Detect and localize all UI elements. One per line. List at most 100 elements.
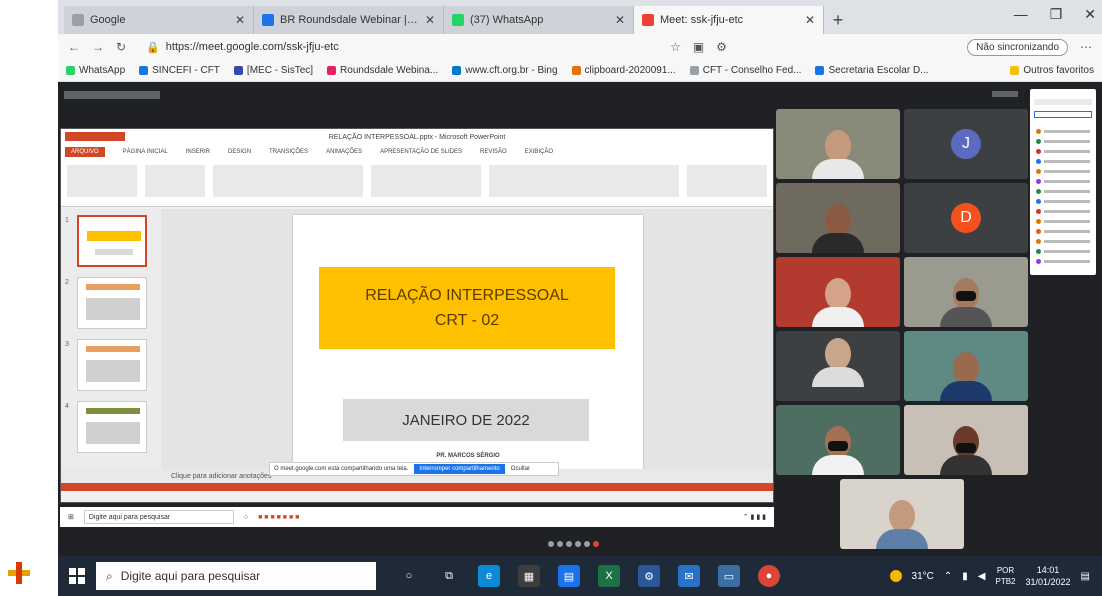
profile-sync-button[interactable]: Não sincronizando [967,38,1068,56]
ribbon-font-group[interactable] [213,165,363,197]
participant-tile[interactable] [776,109,900,179]
calculator-icon[interactable]: ▦ [518,565,540,587]
taskbar-search[interactable]: ⌕ Digite aqui para pesquisar [96,562,376,590]
leave-call-button[interactable] [593,541,599,547]
volume-icon[interactable]: ◀ [978,571,986,582]
notifications-icon[interactable]: ▤ [1081,571,1090,582]
favorite-item[interactable]: www.cft.org.br - Bing [452,65,558,76]
ribbon-clipboard-group[interactable] [67,165,137,197]
ribbon-drawing-group[interactable] [489,165,679,197]
ppt-tab-insert[interactable]: INSERIR [186,149,210,155]
favorite-item[interactable]: [MEC - SisTec] [233,65,313,76]
camera-button[interactable] [557,541,563,547]
current-slide[interactable]: RELAÇÃO INTERPESSOAL CRT - 02 JANEIRO DE… [293,215,643,475]
settings-icon[interactable]: ⚙ [638,565,660,587]
ribbon-paragraph-group[interactable] [371,165,481,197]
other-favorites[interactable]: Outros favoritos [1010,65,1094,76]
ppt-tab-review[interactable]: REVISÃO [480,149,507,155]
forward-icon[interactable]: → [92,40,104,54]
weather-sun-icon[interactable] [889,570,902,582]
panel-search-input[interactable] [1034,111,1092,118]
ppt-tab-animations[interactable]: ANIMAÇÕES [326,149,362,155]
participant-list-item[interactable] [1036,189,1090,194]
url-box[interactable]: 🔒 [138,37,658,57]
ppt-tab-home[interactable]: PÁGINA INICIAL [123,149,168,155]
slide-thumbnail[interactable] [77,401,147,453]
close-window-icon[interactable]: ✕ [1084,6,1096,23]
store-icon[interactable]: ▤ [558,565,580,587]
star-icon[interactable]: ☆ [670,40,681,54]
favorite-item[interactable]: Roundsdale Webina... [327,65,438,76]
new-tab-icon[interactable]: + [824,6,852,34]
participant-list-item[interactable] [1036,179,1090,184]
stop-sharing-button[interactable]: Interromper compartilhamento [414,464,505,474]
extensions-icon[interactable]: ⚙ [716,40,727,54]
participant-tile[interactable] [904,405,1028,475]
participant-list-item[interactable] [1036,199,1090,204]
minimize-icon[interactable]: — [1014,6,1028,23]
photos-icon[interactable]: ▭ [718,565,740,587]
ppt-quick-access[interactable] [65,132,125,141]
language-indicator[interactable]: POR PTB2 [995,565,1015,587]
ribbon-editing-group[interactable] [687,165,767,197]
network-icon[interactable]: ▮ [962,571,968,582]
chrome-icon[interactable]: ● [758,565,780,587]
slide-date-box[interactable]: JANEIRO DE 2022 [343,399,589,441]
browser-tab[interactable]: BR Roundsdale Webinar | Cam... ✕ [254,6,444,34]
participant-tile[interactable] [776,183,900,253]
participant-list-item[interactable] [1036,259,1090,264]
cortana-icon[interactable]: ○ [398,565,420,587]
participant-tile[interactable] [904,257,1028,327]
participant-tile[interactable]: J [904,109,1028,179]
maximize-icon[interactable]: ❐ [1050,6,1063,23]
ribbon-slides-group[interactable] [145,165,205,197]
slide-thumbnail[interactable] [77,215,147,267]
favorite-item[interactable]: clipboard-2020091... [571,65,676,76]
participant-list-item[interactable] [1036,239,1090,244]
participant-tile[interactable] [776,405,900,475]
participant-tile[interactable]: D [904,183,1028,253]
browser-tab-active[interactable]: Meet: ssk-jfju-etc ✕ [634,6,824,34]
browser-tab[interactable]: Google ✕ [64,6,254,34]
participant-list-item[interactable] [1036,149,1090,154]
close-icon[interactable]: ✕ [615,13,625,27]
more-options-button[interactable] [584,541,590,547]
ppt-tab-design[interactable]: DESIGN [228,149,251,155]
back-icon[interactable]: ← [68,40,80,54]
ppt-tab-slideshow[interactable]: APRESENTAÇÃO DE SLIDES [380,149,462,155]
participant-list-item[interactable] [1036,219,1090,224]
more-icon[interactable]: ⋯ [1080,40,1092,54]
present-button[interactable] [575,541,581,547]
participant-list-item[interactable] [1036,249,1090,254]
ppt-tab-view[interactable]: EXIBIÇÃO [525,149,553,155]
participant-tile[interactable] [776,257,900,327]
slide-thumbnail[interactable] [77,339,147,391]
participant-tile[interactable] [904,331,1028,401]
participant-list-item[interactable] [1036,209,1090,214]
favorite-item[interactable]: WhatsApp [66,65,125,76]
tray-chevron-icon[interactable]: ⌃ [944,571,952,582]
mic-button[interactable] [548,541,554,547]
task-view-icon[interactable]: ⧉ [438,565,460,587]
participant-list-item[interactable] [1036,129,1090,134]
participant-list-item[interactable] [1036,229,1090,234]
panel-tabs-icon[interactable] [1034,99,1092,105]
favorite-item[interactable]: Secretaria Escolar D... [815,65,929,76]
slide-thumbnail[interactable] [77,277,147,329]
captions-button[interactable] [566,541,572,547]
participant-tile[interactable] [776,331,900,401]
collections-icon[interactable]: ▣ [693,40,704,54]
participant-list-item[interactable] [1036,139,1090,144]
close-icon[interactable]: ✕ [235,13,245,27]
participant-list-item[interactable] [1036,159,1090,164]
favorite-item[interactable]: CFT - Conselho Fed... [689,65,801,76]
reload-icon[interactable]: ↻ [116,40,126,54]
temperature[interactable]: 31°C [912,571,934,582]
slide-title-box[interactable]: RELAÇÃO INTERPESSOAL CRT - 02 [319,267,615,349]
edge-icon[interactable]: e [478,565,500,587]
hide-notice-button[interactable]: Ocultar [511,466,530,472]
clock[interactable]: 14:01 31/01/2022 [1026,564,1071,588]
url-input[interactable] [165,41,646,53]
ppt-tab-transitions[interactable]: TRANSIÇÕES [269,149,308,155]
start-button[interactable] [58,556,96,596]
